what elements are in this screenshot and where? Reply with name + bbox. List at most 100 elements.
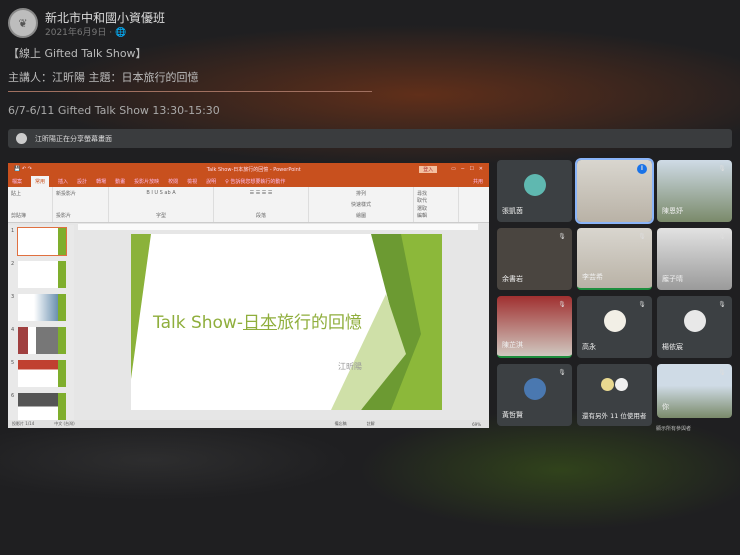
tab-animations[interactable]: 動畫: [115, 178, 125, 185]
group-label: 剪貼簿: [11, 213, 27, 219]
slide-number: 3: [11, 294, 15, 300]
tell-me-search[interactable]: ♀ 告訴我您想要執行的動作: [225, 178, 285, 185]
participant-tile[interactable]: 🎙 楊依宸: [657, 296, 732, 358]
more-participants-tile[interactable]: 還有另外 11 位使用者: [577, 364, 652, 426]
user-avatar-icon: [601, 378, 614, 391]
slide-thumb-6[interactable]: [18, 393, 66, 420]
mic-off-icon: 🎙: [558, 233, 566, 240]
slide-author: 江昕陽: [338, 362, 362, 371]
slide-thumb-1[interactable]: [17, 227, 67, 256]
zoom-level[interactable]: 69%: [472, 422, 481, 427]
tab-transitions[interactable]: 轉場: [96, 178, 106, 185]
group-font: B I U S ab A 字型: [109, 187, 214, 222]
group-label: 繪圖: [355, 213, 366, 219]
mic-off-icon: 🎙: [558, 369, 566, 376]
participant-name: 李芸希: [582, 273, 603, 281]
group-label: 段落: [255, 213, 266, 219]
shared-screen-powerpoint: 💾 ↶ ↷ Talk Show-日本旅行的回憶 - PowerPoint 登入 …: [8, 163, 489, 428]
participant-tile[interactable]: 🎙 黃哲賢: [497, 364, 572, 426]
post-line-3: 6/7-6/11 Gifted Talk Show 13:30-15:30: [8, 104, 220, 117]
slide-thumb-5[interactable]: [18, 360, 66, 387]
ppt-titlebar: 💾 ↶ ↷ Talk Show-日本旅行的回憶 - PowerPoint 登入 …: [8, 163, 489, 175]
window-title: Talk Show-日本旅行的回憶 - PowerPoint: [206, 166, 301, 173]
participant-tile[interactable]: 🎙 陳芷淇: [497, 296, 572, 358]
user-avatar-icon: [524, 378, 546, 400]
group-label: 編輯: [417, 212, 428, 219]
participant-tile[interactable]: 🎙 陳恩妤: [657, 160, 732, 222]
group-label: 投影片: [56, 213, 72, 219]
presenter-avatar: [16, 133, 27, 144]
show-all-participants[interactable]: 顯示所有參與者: [656, 425, 691, 432]
participant-tile[interactable]: 🎙 李芸希: [577, 228, 652, 290]
participant-name: 龐子晴: [662, 275, 683, 283]
post-line-2: 主講人：江昕陽 主題：日本旅行的回憶: [8, 71, 199, 84]
tab-review[interactable]: 校閱: [168, 178, 178, 185]
participant-tile[interactable]: 張凱茵: [497, 160, 572, 222]
user-avatar-icon: [615, 378, 628, 391]
paste-button[interactable]: 貼上: [11, 190, 49, 197]
ribbon: 貼上剪貼簿 新投影片投影片 B I U S ab A 字型 ☰ ☰ ☰ ☰ 段落 排…: [8, 187, 489, 223]
tab-home[interactable]: 常用: [31, 175, 50, 187]
user-avatar-icon: [684, 310, 706, 332]
tab-view[interactable]: 檢視: [187, 178, 197, 185]
current-slide[interactable]: Talk Show-日本旅行的回憶 江昕陽: [131, 234, 442, 410]
mic-off-icon: 🎙: [638, 301, 646, 308]
slide-number: 6: [11, 393, 15, 399]
group-drawing: 排列 快速樣式 繪圖: [309, 187, 414, 222]
group-label: 字型: [155, 213, 166, 219]
tab-insert[interactable]: 插入: [58, 178, 68, 185]
participant-name: 陳恩妤: [662, 207, 683, 215]
page-avatar[interactable]: ❦: [8, 8, 38, 38]
mic-off-icon: 🎙: [718, 165, 726, 172]
mic-off-icon: 🎙: [718, 369, 726, 376]
find-button[interactable]: 尋找: [417, 190, 455, 197]
mic-off-icon: 🎙: [718, 233, 726, 240]
tab-file[interactable]: 檔案: [12, 178, 22, 185]
notes-button[interactable]: 備忘稿: [335, 421, 347, 427]
slide-thumb-4[interactable]: [18, 327, 66, 354]
status-bar: 投影片 1/14 中文 (台灣) 備忘稿 註解 69%: [8, 420, 489, 428]
status-slide: 投影片 1/14: [12, 421, 35, 426]
speaking-indicator-icon: ⦀: [637, 164, 647, 174]
paragraph-controls[interactable]: ☰ ☰ ☰ ☰: [250, 190, 273, 196]
participant-name: 還有另外 11 位使用者: [582, 412, 647, 420]
arrange-button[interactable]: 排列: [356, 190, 366, 197]
participant-tile-speaking[interactable]: ⦀: [575, 158, 654, 224]
select-button[interactable]: 選取: [417, 205, 455, 212]
participant-name: 黃哲賢: [502, 411, 523, 419]
group-paragraph: ☰ ☰ ☰ ☰ 段落: [214, 187, 309, 222]
tab-slideshow[interactable]: 投影片放映: [134, 178, 159, 185]
tab-design[interactable]: 設計: [77, 178, 87, 185]
participant-name: 你: [662, 403, 669, 411]
slide-thumb-3[interactable]: [18, 294, 66, 321]
share-notice-bar: 江昕陽正在分享螢幕畫面: [8, 129, 732, 148]
share-notice-text: 江昕陽正在分享螢幕畫面: [35, 134, 112, 143]
comments-button[interactable]: 註解: [367, 421, 375, 427]
replace-button[interactable]: 取代: [417, 197, 455, 204]
save-icon[interactable]: 💾 ↶ ↷: [14, 166, 32, 172]
page-name[interactable]: 新北市中和國小資優班: [45, 9, 165, 26]
font-controls[interactable]: B I U S ab A: [146, 190, 175, 196]
ruler: [78, 224, 478, 230]
tab-help[interactable]: 說明: [206, 178, 216, 185]
mic-off-icon: 🎙: [718, 301, 726, 308]
group-editing: 尋找 取代 選取 編輯: [414, 187, 459, 222]
participant-tile[interactable]: 🎙 高永: [577, 296, 652, 358]
mic-off-icon: 🎙: [638, 233, 646, 240]
login-button[interactable]: 登入: [419, 165, 438, 173]
post-date[interactable]: 2021年6月9日 · 🌐: [45, 25, 126, 38]
post-line-1: 【線上 Gifted Talk Show】: [8, 47, 147, 60]
participant-name: 陳芷淇: [502, 341, 523, 349]
participant-name: 楊依宸: [662, 343, 683, 351]
slide-number: 4: [11, 327, 15, 333]
participant-tile[interactable]: 🎙 余書岩: [497, 228, 572, 290]
self-view-tile[interactable]: 🎙 你: [657, 364, 732, 418]
ribbon-tabs: 檔案 常用 插入 設計 轉場 動畫 投影片放映 校閱 檢視 說明 ♀ 告訴我您想…: [8, 175, 489, 187]
new-slide-button[interactable]: 新投影片: [56, 190, 105, 197]
participant-tile[interactable]: 🎙 龐子晴: [657, 228, 732, 290]
window-controls[interactable]: ▭ − ☐ ✕: [451, 166, 483, 172]
mic-off-icon: 🎙: [558, 301, 566, 308]
slide-thumb-2[interactable]: [18, 261, 66, 288]
share-button[interactable]: 共用: [473, 178, 483, 185]
quick-styles-button[interactable]: 快速樣式: [351, 201, 371, 208]
